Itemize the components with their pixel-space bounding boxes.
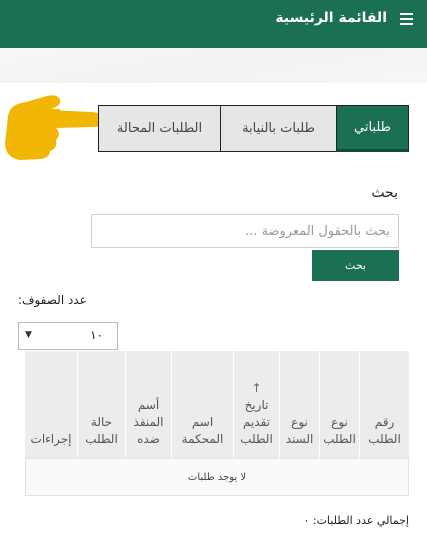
- header-band: [0, 48, 427, 83]
- search-input[interactable]: [91, 214, 399, 248]
- sort-up-icon[interactable]: ↑: [251, 380, 261, 397]
- rows-count-value: ١٠: [90, 328, 103, 342]
- col-request-status[interactable]: حالة الطلب: [77, 351, 125, 458]
- table-header: رقم الطلب نوع الطلب نوع السند ↑ تاريخ تقديم ا…: [25, 351, 409, 458]
- col-actions[interactable]: إجراءات: [25, 351, 77, 458]
- tab-referred-requests[interactable]: الطلبات المحالة: [98, 105, 220, 152]
- col-submission-date[interactable]: ↑ تاريخ تقديم الطلب: [233, 351, 279, 458]
- col-executed-against[interactable]: أسم المنفذ ضده: [125, 351, 171, 458]
- rows-count-select[interactable]: ▼ ١٠: [18, 322, 118, 350]
- col-request-number[interactable]: رقم الطلب: [359, 351, 409, 458]
- col-court-name[interactable]: اسم المحكمة: [171, 351, 233, 458]
- request-tabs: الطلبات المحالة طلبات بالنيابة طلباتي: [98, 105, 409, 153]
- total-requests: إجمالي عدد الطلبات: ٠: [303, 514, 409, 527]
- tab-my-requests[interactable]: طلباتي: [336, 105, 409, 152]
- tab-proxy-requests[interactable]: طلبات بالنيابة: [220, 105, 336, 152]
- page-title[interactable]: القائمة الرئيسية: [275, 10, 387, 26]
- search-label: بحث: [371, 185, 398, 201]
- col-request-type[interactable]: نوع الطلب: [319, 351, 359, 458]
- search-button[interactable]: بحث: [312, 250, 399, 281]
- pointing-hand-icon: [5, 95, 104, 160]
- rows-count-label: عدد الصفوف:: [18, 293, 87, 307]
- col-document-type[interactable]: نوع السند: [279, 351, 319, 458]
- hamburger-icon[interactable]: [400, 13, 413, 27]
- requests-table: رقم الطلب نوع الطلب نوع السند ↑ تاريخ تقديم ا…: [25, 351, 409, 496]
- top-bar: القائمة الرئيسية: [0, 0, 427, 48]
- table-empty-row: لا يوجد طلبات: [25, 458, 409, 496]
- chevron-down-icon: ▼: [25, 330, 32, 340]
